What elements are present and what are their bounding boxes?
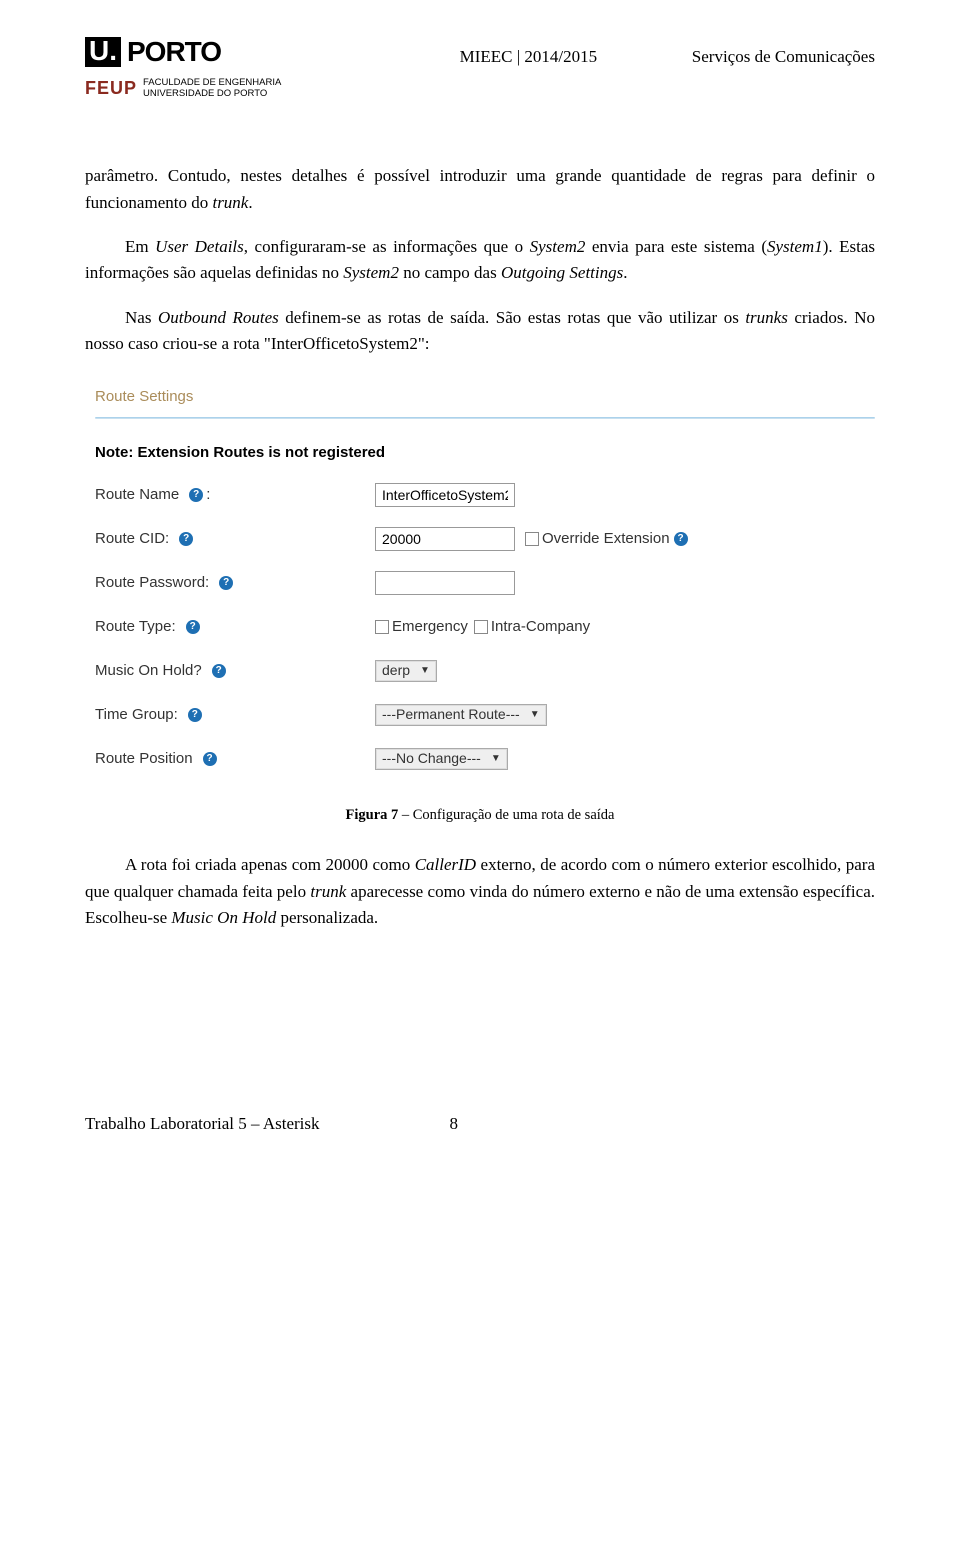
p4-f: Music On Hold <box>171 908 276 927</box>
note-extension-routes: Note: Extension Routes is not registered <box>95 441 875 464</box>
chevron-down-icon: ▼ <box>530 707 540 723</box>
row-route-name: Route Name ?: <box>95 482 875 508</box>
route-cid-input[interactable] <box>375 527 515 551</box>
p3-d: trunks <box>745 308 788 327</box>
p1-b: trunk <box>212 193 248 212</box>
figure-caption: Figura 7 – Configuração de uma rota de s… <box>85 804 875 826</box>
time-group-value: ---Permanent Route--- <box>382 704 520 726</box>
help-icon[interactable]: ? <box>212 664 226 678</box>
music-on-hold-value: derp <box>382 660 410 682</box>
p2-b: User Details <box>155 237 244 256</box>
help-icon[interactable]: ? <box>189 488 203 502</box>
help-icon[interactable]: ? <box>179 532 193 546</box>
paragraph-2: Em User Details, configuraram-se as info… <box>85 234 875 287</box>
paragraph-4: A rota foi criada apenas com 20000 como … <box>85 852 875 931</box>
row-music-on-hold: Music On Hold? ? derp ▼ <box>95 658 875 684</box>
label-route-cid: Route CID: ? <box>95 527 375 550</box>
logo-porto: PORTO <box>127 30 221 73</box>
p2-c: , configuraram-se as informações que o <box>244 237 530 256</box>
feup-sub-2: UNIVERSIDADE DO PORTO <box>143 88 267 99</box>
p3-a: Nas <box>125 308 158 327</box>
route-position-value: ---No Change--- <box>382 748 481 770</box>
label-route-position: Route Position ? <box>95 747 375 770</box>
p2-e: envia para este sistema ( <box>585 237 767 256</box>
paragraph-3: Nas Outbound Routes definem-se as rotas … <box>85 305 875 358</box>
help-icon[interactable]: ? <box>203 752 217 766</box>
uporto-logo: U. PORTO <box>85 30 325 73</box>
caption-bold: Figura 7 <box>346 807 399 823</box>
row-route-type: Route Type: ? Emergency Intra-Company <box>95 614 875 640</box>
music-on-hold-select[interactable]: derp ▼ <box>375 660 437 682</box>
label-route-type-text: Route Type: <box>95 615 176 638</box>
label-route-password-text: Route Password: <box>95 571 209 594</box>
checkbox-icon <box>474 620 488 634</box>
p2-f: System1 <box>767 237 823 256</box>
p2-k: . <box>623 263 627 282</box>
time-group-select[interactable]: ---Permanent Route--- ▼ <box>375 704 547 726</box>
paragraph-1: parâmetro. Contudo, nestes detalhes é po… <box>85 163 875 216</box>
emergency-checkbox[interactable]: Emergency <box>375 615 468 638</box>
intra-company-label: Intra-Company <box>491 615 590 638</box>
logo-u-box: U. <box>85 37 121 67</box>
p4-a: A rota foi criada apenas com 20000 como <box>125 855 415 874</box>
route-password-input[interactable] <box>375 571 515 595</box>
row-time-group: Time Group: ? ---Permanent Route--- ▼ <box>95 702 875 728</box>
p4-b: CallerID <box>415 855 476 874</box>
row-route-password: Route Password: ? <box>95 570 875 596</box>
route-name-input[interactable] <box>375 483 515 507</box>
label-route-type: Route Type: ? <box>95 615 375 638</box>
checkbox-icon <box>375 620 389 634</box>
row-route-position: Route Position ? ---No Change--- ▼ <box>95 746 875 772</box>
override-extension-label: Override Extension <box>542 527 670 550</box>
p1-a: parâmetro. Contudo, nestes detalhes é po… <box>85 166 875 211</box>
label-music-on-hold: Music On Hold? ? <box>95 659 375 682</box>
checkbox-icon <box>525 532 539 546</box>
label-colon: : <box>206 483 210 506</box>
p3-b: Outbound Routes <box>158 308 279 327</box>
p4-g: personalizada. <box>276 908 378 927</box>
p2-h: System2 <box>343 263 399 282</box>
section-title: Route Settings <box>95 385 875 408</box>
feup-sub-1: FACULDADE DE ENGENHARIA <box>143 77 281 88</box>
header-center: MIEEC | 2014/2015 <box>460 44 598 70</box>
row-route-cid: Route CID: ? Override Extension ? <box>95 526 875 552</box>
label-route-name-text: Route Name <box>95 483 179 506</box>
page-footer: Trabalho Laboratorial 5 – Asterisk 8 <box>85 1111 875 1137</box>
help-icon[interactable]: ? <box>674 532 688 546</box>
logo-block: U. PORTO FEUP FACULDADE DE ENGENHARIA UN… <box>85 30 325 103</box>
route-position-select[interactable]: ---No Change--- ▼ <box>375 748 508 770</box>
p4-d: trunk <box>310 882 346 901</box>
p2-d: System2 <box>530 237 586 256</box>
label-time-group-text: Time Group: <box>95 703 178 726</box>
emergency-label: Emergency <box>392 615 468 638</box>
override-extension-checkbox[interactable]: Override Extension ? <box>525 527 688 550</box>
label-music-on-hold-text: Music On Hold? <box>95 659 202 682</box>
chevron-down-icon: ▼ <box>420 663 430 679</box>
label-route-password: Route Password: ? <box>95 571 375 594</box>
p3-c: definem-se as rotas de saída. São estas … <box>279 308 746 327</box>
label-route-position-text: Route Position <box>95 747 193 770</box>
feup-text: FEUP <box>85 75 137 103</box>
route-settings-screenshot: Route Settings Note: Extension Routes is… <box>85 385 875 772</box>
feup-line: FEUP FACULDADE DE ENGENHARIA UNIVERSIDAD… <box>85 75 325 103</box>
label-time-group: Time Group: ? <box>95 703 375 726</box>
label-route-cid-text: Route CID: <box>95 527 169 550</box>
help-icon[interactable]: ? <box>186 620 200 634</box>
footer-left: Trabalho Laboratorial 5 – Asterisk <box>85 1111 320 1137</box>
p2-i: no campo das <box>399 263 501 282</box>
help-icon[interactable]: ? <box>188 708 202 722</box>
chevron-down-icon: ▼ <box>491 751 501 767</box>
caption-rest: – Configuração de uma rota de saída <box>398 807 614 823</box>
page-number: 8 <box>450 1111 459 1137</box>
help-icon[interactable]: ? <box>219 576 233 590</box>
p2-j: Outgoing Settings <box>501 263 623 282</box>
feup-sub: FACULDADE DE ENGENHARIA UNIVERSIDADE DO … <box>143 78 281 100</box>
header-right: Serviços de Comunicações <box>692 44 875 70</box>
intra-company-checkbox[interactable]: Intra-Company <box>474 615 590 638</box>
p1-c: . <box>248 193 252 212</box>
document-header: U. PORTO FEUP FACULDADE DE ENGENHARIA UN… <box>85 30 875 103</box>
section-divider <box>95 417 875 419</box>
p2-a: Em <box>125 237 155 256</box>
label-route-name: Route Name ?: <box>95 483 375 506</box>
